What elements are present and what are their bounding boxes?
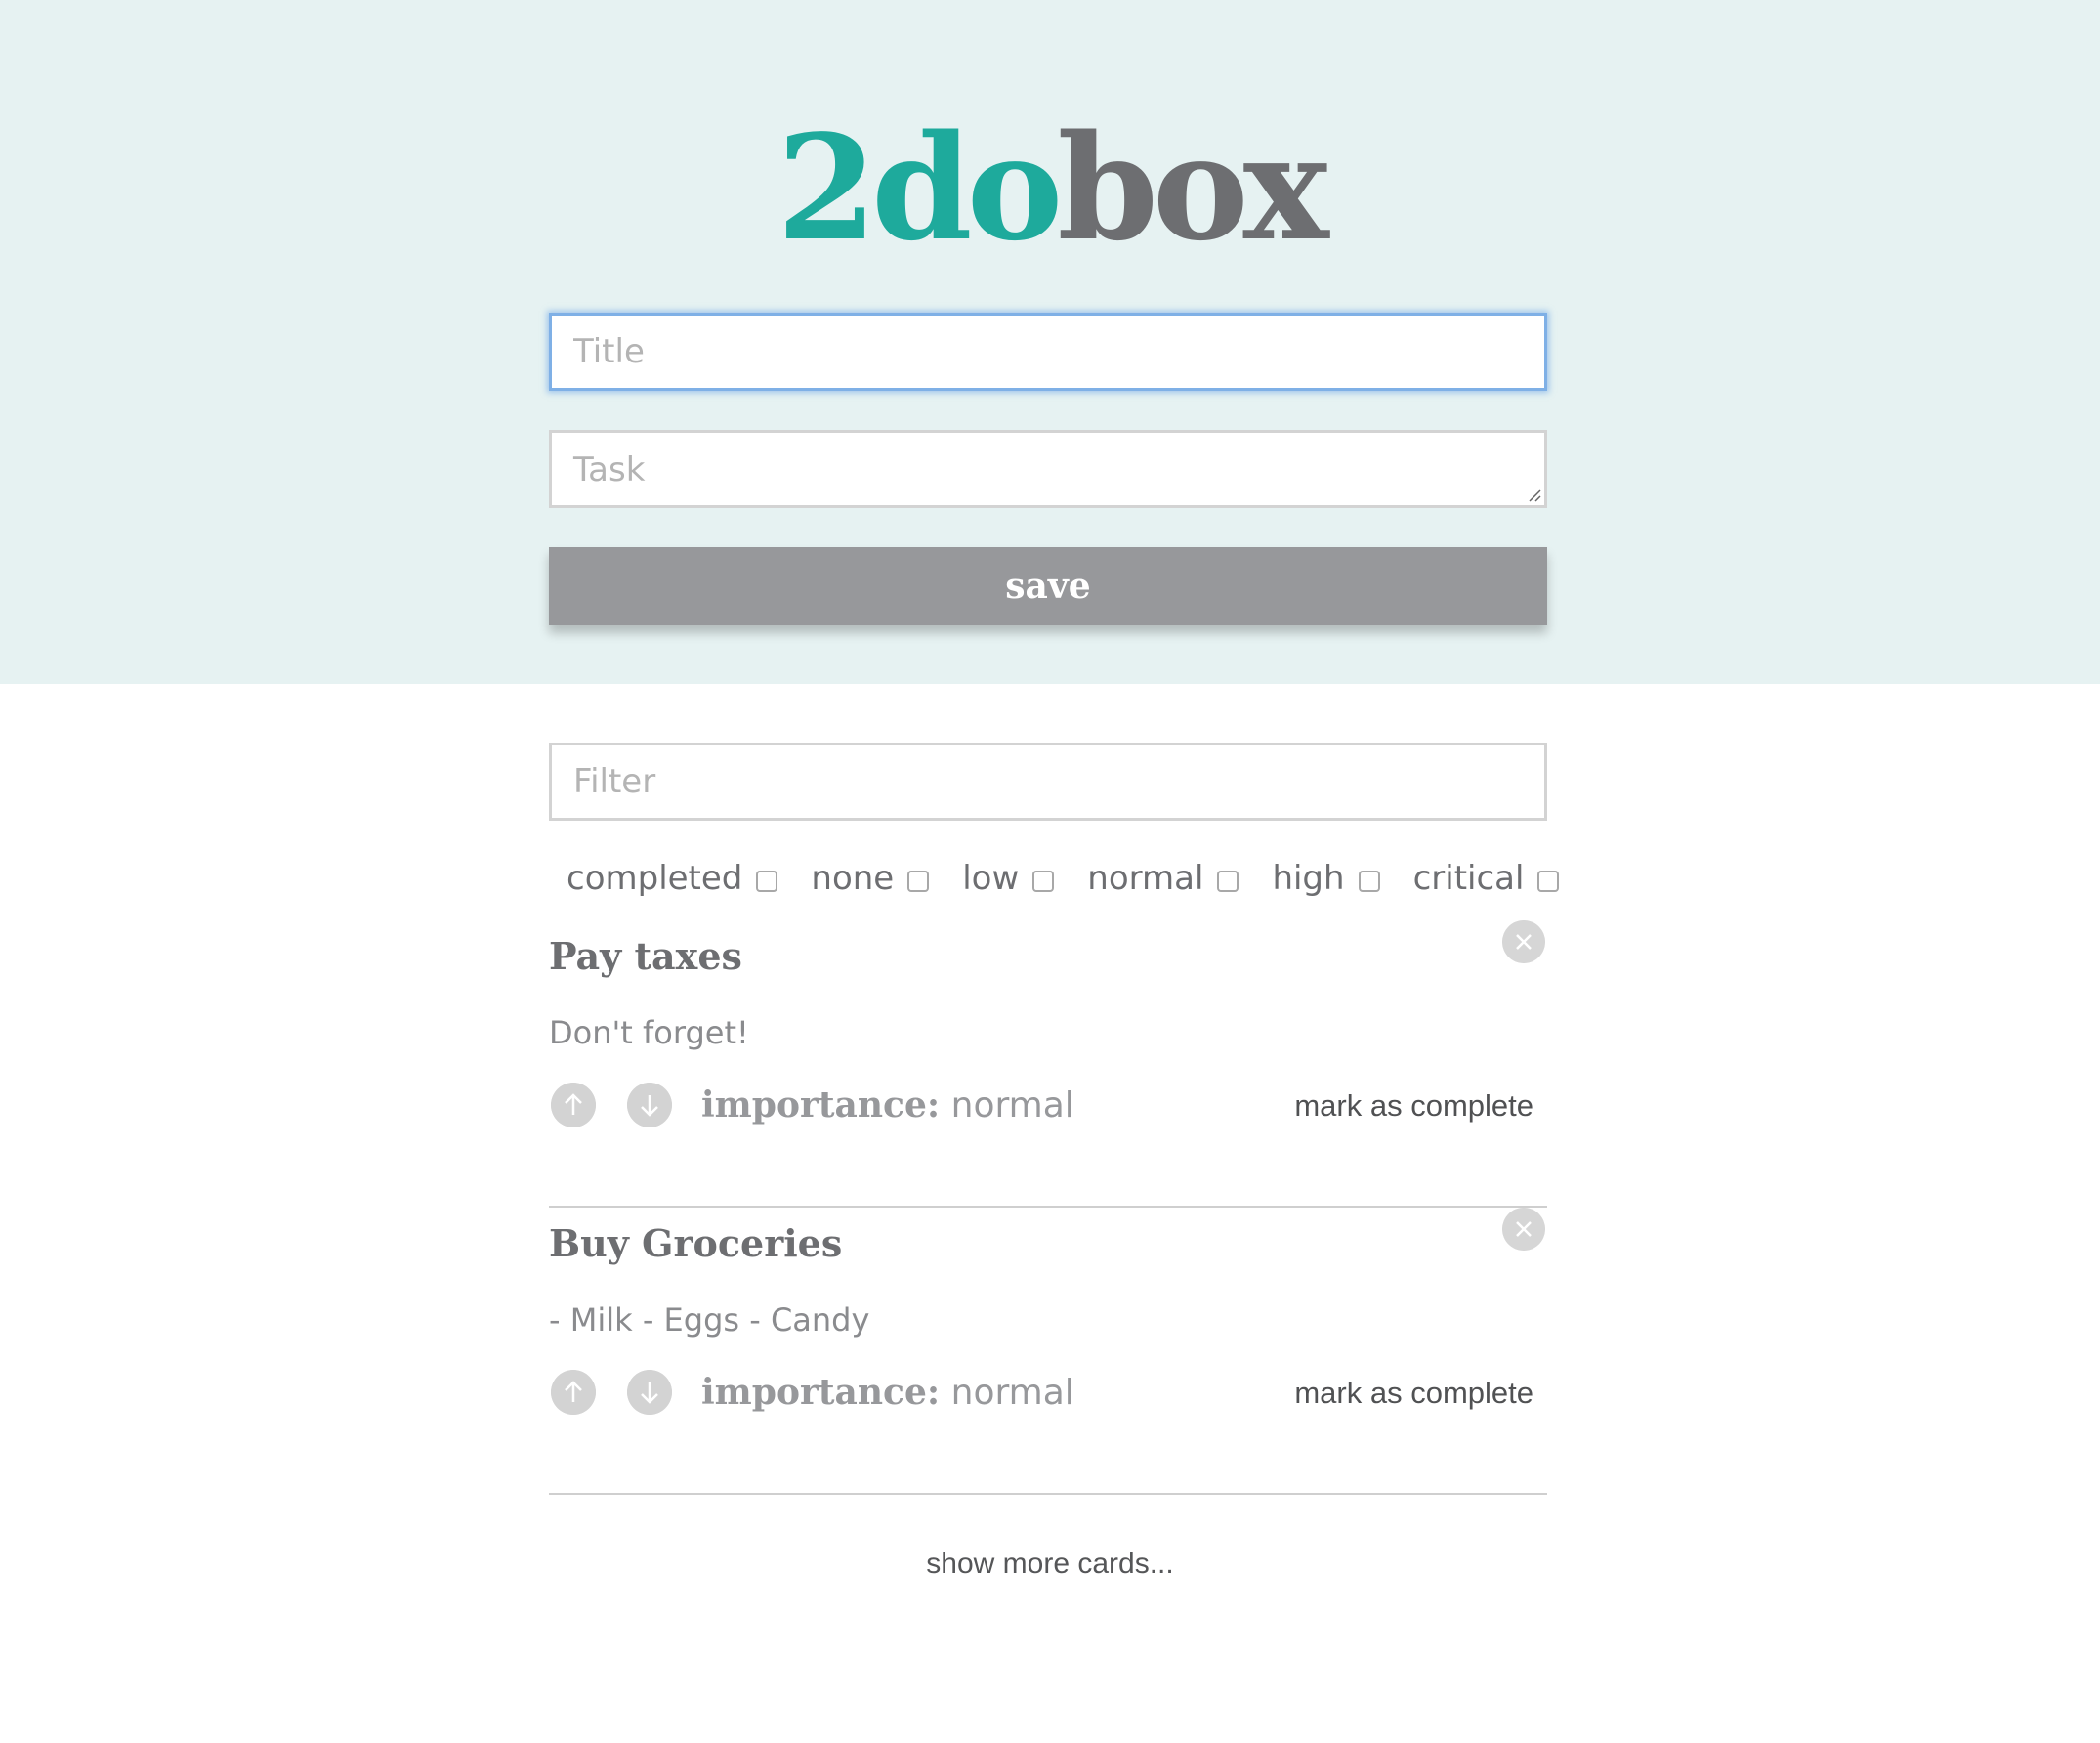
card-body[interactable]: - Milk - Eggs - Candy [549,1301,869,1339]
filter-none-label: none [811,859,895,898]
filter-critical-checkbox[interactable] [1537,871,1560,892]
close-icon[interactable] [1502,920,1545,963]
filter-low-label: low [962,859,1020,898]
task-input[interactable] [549,430,1547,508]
arrow-down-icon[interactable] [627,1083,672,1127]
card-title[interactable]: Buy Groceries [549,1221,842,1265]
logo-part-2: box [1057,103,1328,273]
filter-completed-label: completed [567,859,743,898]
filter-normal-checkbox[interactable] [1217,871,1239,892]
filter-none-checkbox[interactable] [907,871,930,892]
todo-card: Buy Groceries - Milk - Eggs - Candy impo… [549,1208,1547,1495]
arrow-down-icon[interactable] [627,1370,672,1415]
importance-indicator: importance: normal [701,1084,1074,1126]
filter-completed-checkbox[interactable] [756,871,778,892]
filter-none[interactable]: none [811,859,930,898]
show-more-button[interactable]: show more cards... [0,1548,2100,1581]
app-logo: 2dobox [0,109,2100,266]
filter-high-checkbox[interactable] [1358,871,1380,892]
arrow-up-icon[interactable] [551,1083,596,1127]
todo-card: Pay taxes Don't forget! importance: norm… [549,920,1547,1208]
mark-complete-button[interactable]: mark as complete [1294,1376,1533,1411]
close-icon[interactable] [1502,1208,1545,1251]
filter-critical[interactable]: critical [1413,859,1560,898]
importance-indicator: importance: normal [701,1372,1074,1413]
filter-completed[interactable]: completed [567,859,778,898]
importance-value: normal [950,1085,1074,1126]
filter-checkboxes: completed none low normal high critical [567,854,1592,903]
title-input[interactable] [549,313,1547,391]
resize-grip-icon[interactable] [1526,487,1541,502]
filter-high[interactable]: high [1272,859,1380,898]
importance-label: importance: [701,1372,941,1413]
task-input-wrapper [549,430,1547,508]
filter-critical-label: critical [1412,859,1525,898]
filter-low[interactable]: low [962,859,1055,898]
filter-low-checkbox[interactable] [1032,871,1055,892]
card-title[interactable]: Pay taxes [549,934,742,978]
logo-part-1: 2do [777,103,1063,273]
importance-label: importance: [701,1084,941,1126]
save-button[interactable]: save [549,547,1547,625]
filter-normal[interactable]: normal [1087,859,1239,898]
filter-input[interactable] [549,743,1547,821]
importance-value: normal [950,1373,1074,1413]
card-body[interactable]: Don't forget! [549,1014,749,1051]
arrow-up-icon[interactable] [551,1370,596,1415]
filter-normal-label: normal [1087,859,1204,898]
header: 2dobox save [0,0,2100,684]
filter-high-label: high [1272,859,1345,898]
mark-complete-button[interactable]: mark as complete [1294,1088,1533,1124]
